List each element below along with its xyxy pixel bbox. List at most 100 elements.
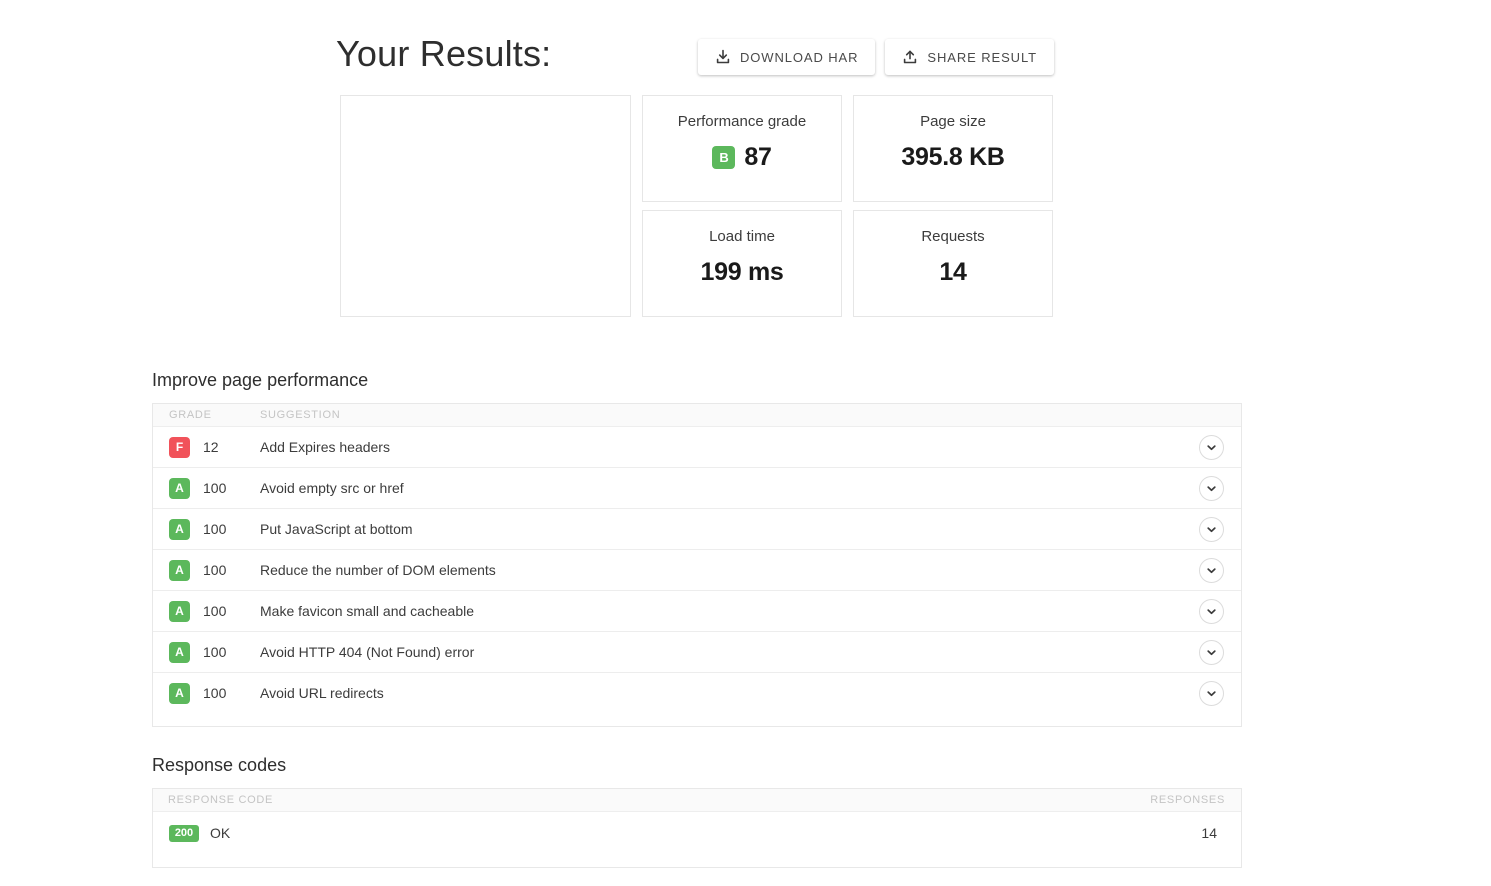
column-header-grade: GRADE	[169, 409, 212, 421]
cell-expand	[1181, 680, 1241, 706]
table-row[interactable]: A 100 Avoid HTTP 404 (Not Found) error	[153, 632, 1241, 673]
download-har-label: DOWNLOAD HAR	[740, 49, 859, 65]
table-row[interactable]: A 100 Reduce the number of DOM elements	[153, 550, 1241, 591]
metric-label: Requests	[921, 228, 985, 245]
results-page: Your Results: DOWNLOAD HAR SHARE RESULT …	[0, 0, 1491, 886]
cell-suggestion: Make favicon small and cacheable	[260, 603, 475, 619]
response-rows-container: 200 OK 14	[153, 812, 1241, 854]
performance-grade-badge: B	[712, 145, 736, 169]
table-header-row: RESPONSE CODE RESPONSES	[153, 789, 1241, 812]
improve-section-title: Improve page performance	[152, 370, 369, 390]
improve-rows-container: F 12 Add Expires headers A 100 Avoid empty sr…	[153, 427, 1241, 713]
cell-expand	[1181, 516, 1241, 542]
table-row[interactable]: A 100 Avoid URL redirects	[153, 673, 1241, 713]
expand-row-button[interactable]	[1198, 557, 1224, 583]
cell-suggestion: Put JavaScript at bottom	[260, 521, 413, 537]
header-actions: DOWNLOAD HAR SHARE RESULT	[698, 39, 1054, 75]
screenshot-preview-card	[340, 95, 631, 317]
chevron-down-icon	[1206, 565, 1217, 576]
download-har-button[interactable]: DOWNLOAD HAR	[698, 39, 876, 75]
cell-grade: F 12	[153, 436, 245, 458]
expand-row-button[interactable]	[1198, 639, 1224, 665]
table-row[interactable]: F 12 Add Expires headers	[153, 427, 1241, 468]
cell-grade: A 100	[153, 682, 245, 704]
share-upload-icon	[902, 49, 918, 65]
metric-value-wrap: B 87	[643, 142, 841, 172]
chevron-down-icon	[1206, 524, 1217, 535]
grade-score: 100	[203, 480, 227, 496]
metric-value: 199 ms	[700, 258, 784, 286]
expand-row-button[interactable]	[1198, 680, 1224, 706]
chevron-down-icon	[1206, 647, 1217, 658]
cell-response-code: 200 OK	[153, 824, 1121, 842]
grade-score: 100	[203, 603, 227, 619]
cell-suggestion: Avoid URL redirects	[260, 685, 384, 701]
cell-responses-count: 14	[1201, 825, 1217, 841]
grade-score: 100	[203, 521, 227, 537]
grade-score: 100	[203, 685, 227, 701]
expand-row-button[interactable]	[1198, 516, 1224, 542]
cell-grade: A 100	[153, 641, 245, 663]
chevron-down-icon	[1206, 442, 1217, 453]
table-row[interactable]: A 100 Put JavaScript at bottom	[153, 509, 1241, 550]
results-header: Your Results: DOWNLOAD HAR SHARE RESULT	[336, 28, 1056, 86]
chevron-down-icon	[1206, 688, 1217, 699]
expand-row-button[interactable]	[1198, 434, 1224, 460]
grade-badge: A	[169, 682, 190, 704]
improve-suggestions-table: GRADE SUGGESTION F 12 Add Expires headers A…	[152, 403, 1242, 727]
grade-badge: A	[169, 600, 190, 622]
metric-card-requests: Requests 14	[853, 210, 1053, 317]
table-row[interactable]: A 100 Make favicon small and cacheable	[153, 591, 1241, 632]
expand-row-button[interactable]	[1198, 475, 1224, 501]
grade-score: 100	[203, 644, 227, 660]
cell-expand	[1181, 557, 1241, 583]
metric-label: Load time	[709, 228, 775, 245]
share-result-button[interactable]: SHARE RESULT	[885, 39, 1054, 75]
cell-suggestion: Avoid HTTP 404 (Not Found) error	[260, 644, 475, 660]
metric-value: 395.8 KB	[901, 143, 1005, 171]
cell-expand	[1181, 475, 1241, 501]
cell-suggestion: Avoid empty src or href	[260, 480, 404, 496]
table-bottom-filler	[153, 713, 1241, 726]
chevron-down-icon	[1206, 606, 1217, 617]
cell-expand	[1181, 639, 1241, 665]
metric-card-page-size: Page size 395.8 KB	[853, 95, 1053, 202]
cell-expand	[1181, 598, 1241, 624]
metric-label: Page size	[920, 113, 986, 130]
metric-card-performance-grade: Performance grade B 87	[642, 95, 842, 202]
response-code-label: OK	[210, 825, 231, 841]
status-badge: 200	[169, 824, 199, 842]
grade-badge: A	[169, 559, 190, 581]
download-icon	[715, 49, 731, 65]
response-codes-section-title: Response codes	[152, 755, 287, 775]
grade-score: 100	[203, 562, 227, 578]
chevron-down-icon	[1206, 483, 1217, 494]
cell-grade: A 100	[153, 600, 245, 622]
page-title: Your Results:	[336, 33, 552, 74]
grade-badge: F	[169, 436, 190, 458]
cell-grade: A 100	[153, 518, 245, 540]
column-header-suggestion: SUGGESTION	[260, 409, 341, 421]
metric-value: 87	[744, 143, 772, 171]
grade-badge: A	[169, 477, 190, 499]
cell-suggestion: Reduce the number of DOM elements	[260, 562, 496, 578]
response-codes-table: RESPONSE CODE RESPONSES 200 OK 14	[152, 788, 1242, 868]
table-bottom-filler	[153, 854, 1241, 867]
metric-card-load-time: Load time 199 ms	[642, 210, 842, 317]
cell-grade: A 100	[153, 559, 245, 581]
cell-grade: A 100	[153, 477, 245, 499]
table-row: 200 OK 14	[153, 812, 1241, 854]
grade-score: 12	[203, 439, 219, 455]
cell-expand	[1181, 434, 1241, 460]
cell-suggestion: Add Expires headers	[260, 439, 390, 455]
metric-label: Performance grade	[677, 113, 807, 130]
table-header-row: GRADE SUGGESTION	[153, 404, 1241, 427]
expand-row-button[interactable]	[1198, 598, 1224, 624]
share-result-label: SHARE RESULT	[927, 49, 1037, 65]
table-row[interactable]: A 100 Avoid empty src or href	[153, 468, 1241, 509]
column-header-response-code: RESPONSE CODE	[168, 794, 274, 806]
metric-value: 14	[939, 258, 967, 286]
column-header-responses: RESPONSES	[1150, 794, 1225, 806]
grade-badge: A	[169, 518, 190, 540]
grade-badge: A	[169, 641, 190, 663]
